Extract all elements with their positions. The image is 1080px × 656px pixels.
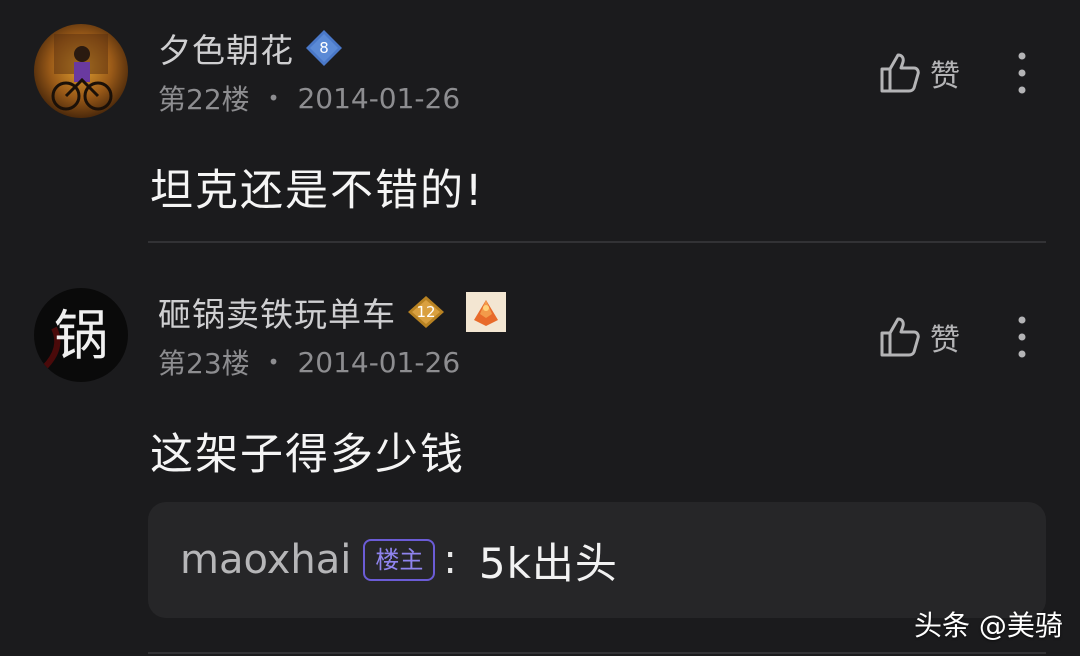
more-vertical-icon [1006,312,1038,362]
username-row: 夕色朝花 8 [158,24,344,72]
op-badge: 楼主 [363,539,436,581]
post-divider [148,652,1046,654]
reply-username[interactable]: maoxhai [180,537,351,583]
meta-separator: • [267,350,280,374]
medal-icon [466,292,506,332]
like-label: 赞 [930,59,960,94]
like-button[interactable]: 赞 [878,312,960,362]
username[interactable]: 砸锅卖铁玩单车 [158,288,396,336]
username-row: 砸锅卖铁玩单车 12 [158,288,506,336]
level-number: 12 [416,303,436,321]
meta-separator: • [267,86,280,110]
post-divider [148,241,1046,243]
username[interactable]: 夕色朝花 [158,24,294,72]
more-options-button[interactable] [1006,48,1038,98]
post-date: 2014-01-26 [297,345,461,379]
level-number: 8 [319,39,329,57]
post-meta: 第22楼 • 2014-01-26 [158,78,460,118]
thumbs-up-icon [878,315,922,359]
like-label: 赞 [930,323,960,358]
level-badge-icon: 8 [304,28,344,68]
reply-text: 5k出头 [478,538,618,588]
post-meta: 第23楼 • 2014-01-26 [158,342,460,382]
comment-text: 坦克还是不错的! [150,166,485,216]
floor-number: 第23楼 [158,347,250,380]
comment-text: 这架子得多少钱 [150,430,465,480]
floor-number: 第22楼 [158,83,250,116]
more-options-button[interactable] [1006,312,1038,362]
like-button[interactable]: 赞 [878,48,960,98]
reply-item: maoxhai 楼主 : 5k出头 [180,532,618,588]
thumbs-up-icon [878,51,922,95]
watermark: 头条 @美骑 [914,609,1063,642]
reply-box[interactable]: maoxhai 楼主 : 5k出头 [148,502,1046,618]
avatar[interactable]: 锅 [34,288,128,382]
level-badge-icon: 12 [406,292,446,332]
reply-colon: : [443,537,457,583]
avatar[interactable] [34,24,128,118]
more-vertical-icon [1006,48,1038,98]
avatar-glyph: 锅 [54,304,108,367]
post-date: 2014-01-26 [297,81,461,115]
